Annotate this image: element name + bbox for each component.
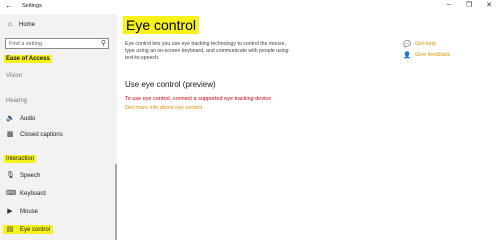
- sidebar-item-label: Keyboard: [20, 190, 46, 197]
- sidebar-item-label: Closed captions: [20, 131, 63, 138]
- page-title: Eye control: [123, 16, 200, 34]
- captions-icon: ▩: [6, 131, 14, 138]
- search-input[interactable]: [9, 41, 95, 47]
- section-subheading: Use eye control (preview): [125, 80, 216, 89]
- sidebar-item-label: Audio: [20, 115, 36, 122]
- sidebar-item-label: Home: [19, 21, 36, 28]
- related-links: 💬 Get help 👤 Give feedback: [403, 38, 450, 60]
- sidebar: ⌂ Home ⚲ Ease of Access Vision Hearing 🔈…: [0, 14, 117, 240]
- main-content: Eye control Eye control lets you use eye…: [117, 14, 500, 240]
- get-help-label: Get help: [415, 40, 436, 47]
- search-icon[interactable]: ⚲: [101, 39, 106, 47]
- category-heading: Ease of Access: [4, 55, 52, 63]
- microphone-icon: 🎙: [6, 172, 15, 179]
- close-icon[interactable]: ✕: [483, 1, 495, 9]
- sidebar-item-keyboard[interactable]: ⌨ Keyboard: [6, 190, 46, 197]
- give-feedback-link[interactable]: 👤 Give feedback: [403, 49, 450, 60]
- minimize-icon[interactable]: –: [443, 1, 455, 8]
- sidebar-item-speech[interactable]: 🎙 Speech: [6, 172, 40, 179]
- page-description: Eye control lets you use eye tracking te…: [125, 41, 289, 61]
- eye-control-icon: ▤: [6, 226, 14, 233]
- section-heading-vision: Vision: [6, 73, 23, 79]
- get-help-link[interactable]: 💬 Get help: [403, 38, 450, 49]
- help-chat-icon: 💬: [403, 40, 412, 48]
- title-bar: ← Settings – ❐ ✕: [0, 0, 500, 14]
- keyboard-icon: ⌨: [6, 190, 17, 197]
- more-info-link[interactable]: Get more info about eye control: [125, 105, 202, 111]
- feedback-icon: 👤: [403, 51, 412, 59]
- sidebar-item-label: Eye control: [20, 226, 51, 233]
- sidebar-item-home[interactable]: ⌂ Home: [6, 21, 35, 28]
- section-heading-interaction: Interaction: [4, 155, 37, 163]
- home-icon: ⌂: [7, 21, 13, 28]
- sidebar-item-audio[interactable]: 🔈 Audio: [6, 115, 35, 122]
- sidebar-item-eye-control[interactable]: ▤ Eye control: [3, 225, 54, 234]
- sidebar-item-closed-captions[interactable]: ▩ Closed captions: [6, 131, 63, 138]
- restore-icon[interactable]: ❐: [463, 1, 475, 9]
- device-warning: To use eye control, connect a supported …: [125, 96, 272, 102]
- speaker-icon: 🔈: [6, 115, 15, 122]
- search-box[interactable]: ⚲: [5, 38, 109, 49]
- window-title: Settings: [22, 3, 42, 9]
- sidebar-item-label: Speech: [20, 172, 41, 179]
- section-heading-hearing: Hearing: [6, 98, 28, 104]
- give-feedback-label: Give feedback: [415, 51, 451, 58]
- sidebar-item-mouse[interactable]: ▶ Mouse: [6, 208, 38, 215]
- back-arrow-icon[interactable]: ←: [5, 1, 13, 10]
- mouse-icon: ▶: [7, 208, 13, 215]
- sidebar-item-label: Mouse: [20, 208, 39, 215]
